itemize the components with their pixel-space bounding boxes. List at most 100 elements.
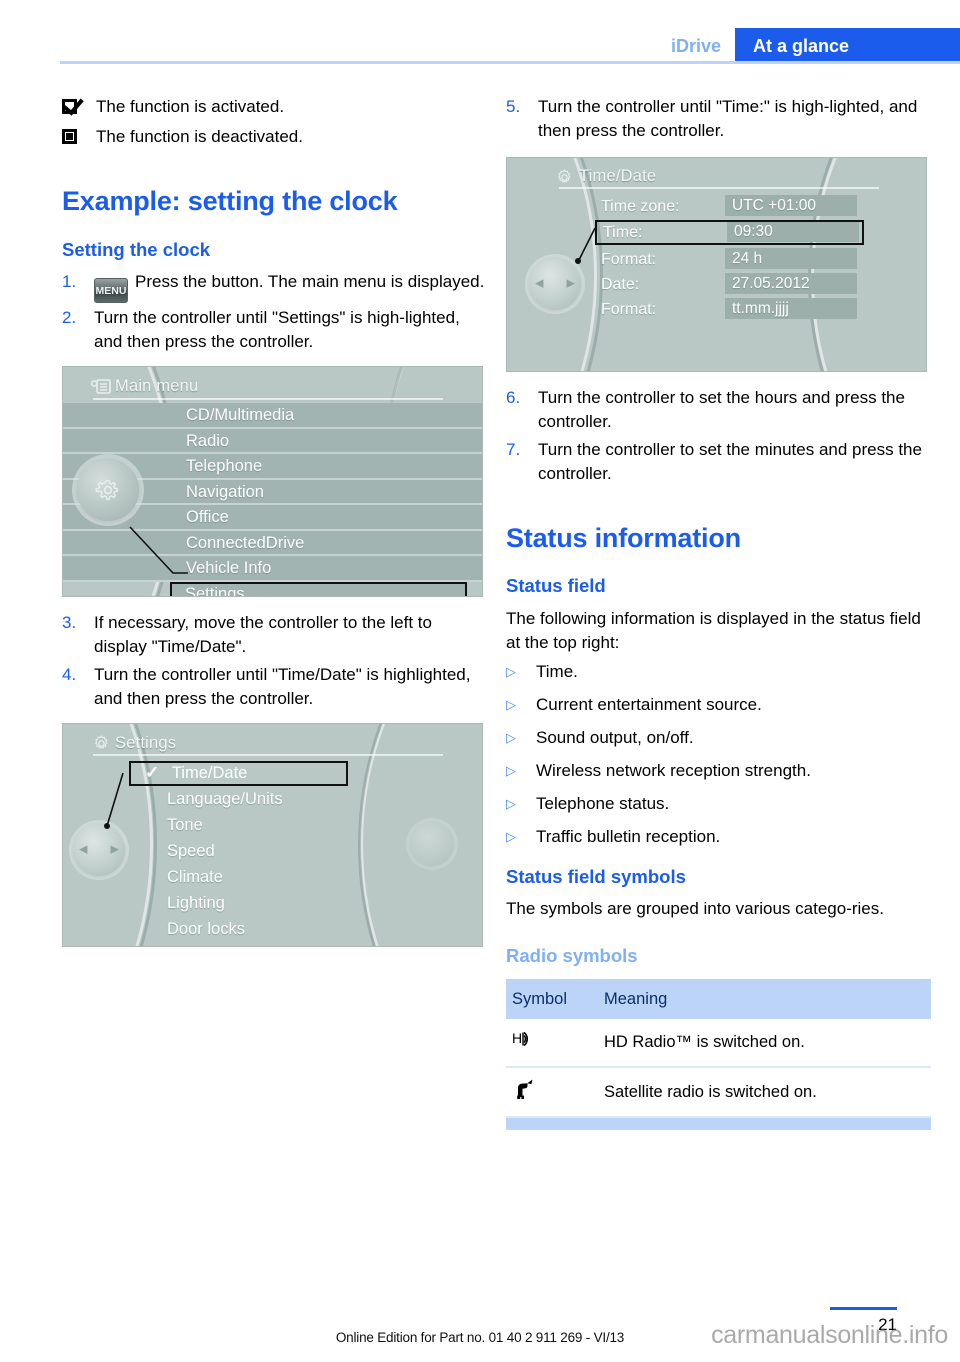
list-item: ▷ Traffic bulletin reception.: [506, 825, 931, 849]
settings-item-door-locks[interactable]: Door locks: [63, 916, 482, 942]
menu-item-settings-selected[interactable]: Settings: [170, 581, 467, 597]
settings-item-lighting[interactable]: Lighting: [63, 890, 482, 916]
steps-list-left-2: 3. If necessary, move the controller to …: [62, 611, 487, 711]
steps-list-right: 5. Turn the controller until "Time:" is …: [506, 95, 931, 143]
triangle-bullet-icon: ▷: [506, 696, 516, 712]
bullet-label: Traffic bulletin reception.: [536, 827, 721, 847]
timedate-row-value: tt.mm.jjjj: [725, 298, 857, 320]
page-title: Example: setting the clock: [62, 186, 398, 217]
timedate-row-time-zone[interactable]: Time zone: UTC +01:00: [507, 195, 926, 219]
settings-item-language-units[interactable]: Language/Units: [63, 786, 482, 812]
table-row: H HD Radio™ is switched on.: [506, 1019, 931, 1068]
gear-knob-icon: [410, 821, 454, 866]
arrow-right-icon: ▶: [566, 277, 575, 290]
step-text: If necessary, move the controller to the…: [94, 613, 432, 657]
step-item-5: 5. Turn the controller until "Time:" is …: [506, 95, 931, 143]
page-footer: 21 Online Edition for Part no. 01 40 2 9…: [0, 1282, 960, 1362]
step-number: 6.: [506, 388, 521, 408]
gear-icon: [95, 480, 119, 501]
triangle-bullet-icon: ▷: [506, 796, 516, 812]
step-item-1: 1. MENU Press the button. The main menu i…: [62, 270, 487, 304]
column-header-meaning: Meaning: [598, 978, 931, 1020]
table-cell-meaning: Satellite radio is switched on.: [598, 1066, 931, 1119]
list-item: ▷ Telephone status.: [506, 792, 931, 816]
screen-title: Settings: [115, 733, 177, 752]
status-field-intro: The following information is displayed i…: [506, 608, 921, 652]
footer-divider: [830, 1307, 897, 1310]
triangle-bullet-icon: ▷: [506, 829, 516, 845]
menu-item-cd-multimedia[interactable]: CD/Multimedia: [63, 403, 482, 429]
screenshot-time-date: Time/Date Time zone: UTC +01:00 Time: 09…: [506, 157, 927, 373]
list-item: ▷ Sound output, on/off.: [506, 726, 931, 750]
screen-title: Time/Date: [579, 167, 657, 186]
step-item-7: 7. Turn the controller to set the minute…: [506, 438, 931, 486]
list-item: ▷ Time.: [506, 660, 931, 684]
screen-title-divider: [559, 187, 879, 190]
subsection-title-status-field: Status field: [506, 575, 606, 596]
timedate-row-label: Date:: [601, 276, 640, 294]
arrow-left-icon: ◀: [79, 843, 88, 856]
header-divider: [60, 61, 960, 64]
satellite-radio-icon-glyph: [517, 1079, 533, 1099]
bullet-label: Sound output, on/off.: [536, 728, 694, 748]
table-cell-meaning: HD Radio™ is switched on.: [598, 1019, 931, 1068]
step-item-2: 2. Turn the controller until "Settings" …: [62, 306, 487, 354]
bullet-label: Telephone status.: [536, 794, 670, 814]
timedate-row-label: Format:: [601, 301, 657, 319]
watermark: carmanualsonline.info: [711, 1320, 948, 1349]
step-text: Turn the controller until "Time:" is hig…: [538, 97, 918, 141]
bullet-label: Wireless network reception strength.: [536, 761, 811, 781]
step-item-4: 4. Turn the controller until "Time/Date"…: [62, 663, 487, 711]
legend-item-label: The function is deactivated.: [96, 126, 303, 146]
list-item: ▷ Current entertainment source.: [506, 693, 931, 717]
step-text: Turn the controller to set the hours and…: [538, 388, 905, 432]
screenshot-settings: Settings ✓ Time/Date Language/Units Tone…: [62, 722, 483, 947]
bullet-label: Time.: [536, 661, 578, 681]
triangle-bullet-icon: ▷: [506, 730, 516, 746]
table-footer-band: [506, 1118, 931, 1131]
settings-item-climate[interactable]: Climate: [63, 864, 482, 890]
page-header: iDrive At a glance: [0, 0, 960, 64]
manual-page: iDrive At a glance The function is activ…: [0, 0, 960, 1362]
step-text: Turn the controller until "Settings" is …: [94, 308, 460, 352]
checkbox-checked-icon: [62, 95, 96, 119]
menu-button-icon[interactable]: MENU: [94, 278, 128, 304]
radio-symbols-table: Symbol Meaning H HD Radio™ is switched o…: [506, 978, 931, 1119]
arrow-right-icon: ▶: [110, 843, 119, 856]
step-number: 2.: [62, 308, 77, 328]
tab-at-a-glance[interactable]: At a glance: [735, 28, 960, 61]
screen-title-divider: [93, 753, 443, 756]
timedate-row-time-selected[interactable]: Time: 09:30: [595, 220, 864, 246]
step-text: MENU Press the button. The main menu is d…: [94, 270, 487, 304]
subsection-title-status-field-symbols: Status field symbols: [506, 865, 686, 887]
timedate-row-label: Time zone:: [601, 198, 680, 216]
tab-idrive[interactable]: iDrive: [656, 28, 735, 61]
menu-item-radio[interactable]: Radio: [63, 428, 482, 455]
step-item-6: 6. Turn the controller to set the hours …: [506, 386, 931, 434]
hd-radio-icon: H: [506, 1019, 598, 1068]
checkmark-icon: ✓: [145, 762, 160, 782]
right-column: 5. Turn the controller until "Time:" is …: [506, 95, 931, 1131]
timedate-row-value: UTC +01:00: [725, 195, 857, 217]
step-number: 4.: [62, 664, 77, 684]
gear-icon: [557, 169, 571, 184]
legend-item-deactivated: The function is deactivated.: [62, 125, 487, 150]
menu-item-vehicle-info[interactable]: Vehicle Info: [63, 556, 482, 582]
left-column: The function is activated. The function …: [62, 95, 487, 961]
timedate-row-value: 09:30: [727, 222, 859, 243]
step-item-3: 3. If necessary, move the controller to …: [62, 611, 487, 659]
step-text: Turn the controller until "Time/Date" is…: [94, 664, 471, 708]
arrow-left-icon: ◀: [535, 277, 544, 290]
subsection-title-setting-clock: Setting the clock: [62, 238, 211, 260]
step-number: 5.: [506, 97, 521, 116]
steps-list-right-2: 6. Turn the controller to set the hours …: [506, 386, 931, 486]
column-header-symbol: Symbol: [506, 978, 598, 1020]
settings-item-time-date-selected[interactable]: ✓ Time/Date: [129, 760, 348, 786]
hd-radio-icon-glyph: H: [512, 1030, 528, 1047]
bullet-label: Current entertainment source.: [536, 694, 762, 714]
screenshot-main-menu: Main menu CD/Multimedia Radio Telephone …: [62, 366, 483, 598]
timedate-row-label: Time:: [603, 224, 643, 242]
controller-dpad-icon: ◀ ▶: [529, 258, 581, 311]
menu-item-connecteddrive[interactable]: ConnectedDrive: [63, 530, 482, 557]
steps-list-left: 1. MENU Press the button. The main menu i…: [62, 270, 487, 354]
